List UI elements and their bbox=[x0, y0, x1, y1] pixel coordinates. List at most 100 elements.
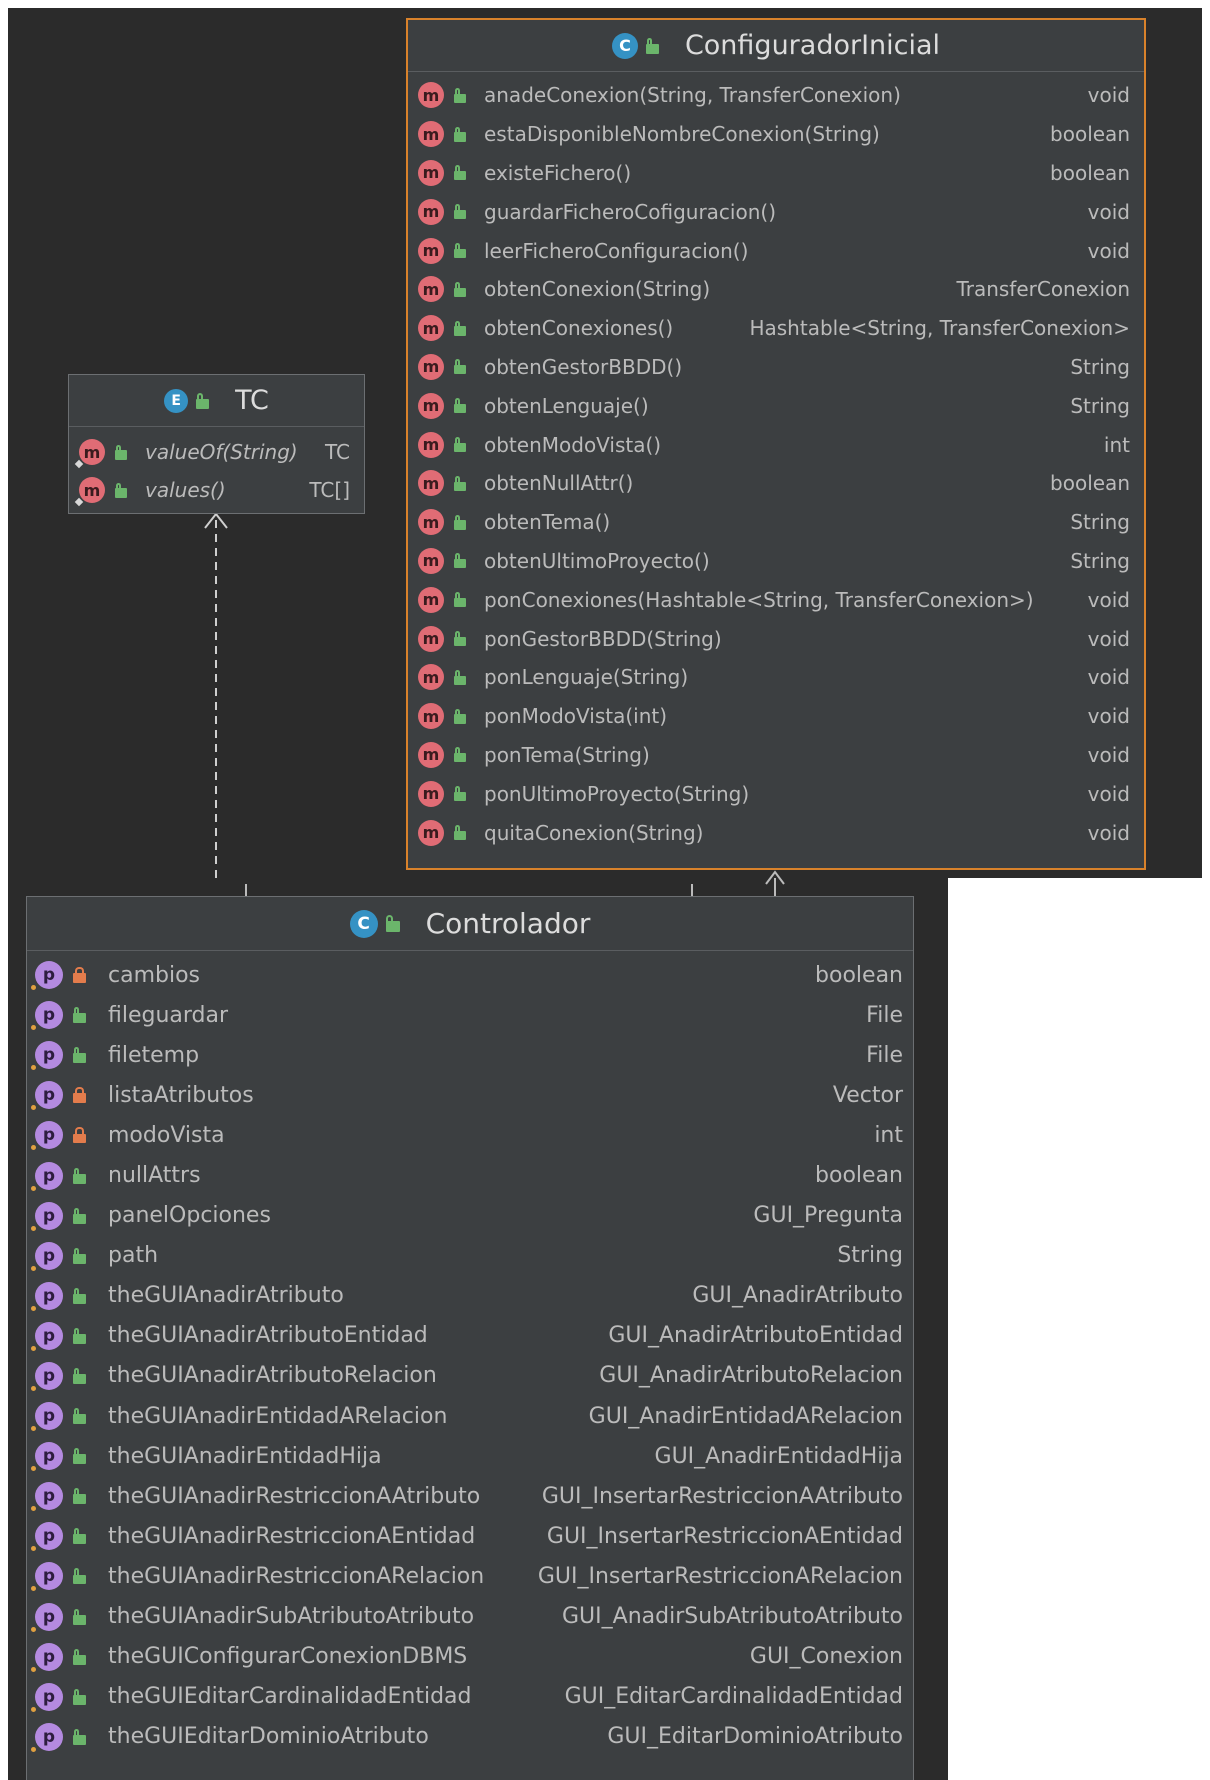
field-row[interactable]: p listaAtributos Vector bbox=[27, 1075, 913, 1115]
field-name: theGUIAnadirAtributoEntidad bbox=[108, 1323, 428, 1349]
field-name: theGUIAnadirAtributo bbox=[108, 1283, 344, 1309]
method-return-type: String bbox=[1070, 393, 1130, 418]
field-name: theGUIAnadirEntidadARelacion bbox=[108, 1403, 448, 1429]
property-icon: p bbox=[31, 1682, 63, 1712]
field-row[interactable]: p theGUIAnadirAtributo GUI_AnadirAtributo bbox=[27, 1276, 913, 1316]
method-row[interactable]: m leerFicheroConfiguracion() void bbox=[408, 231, 1144, 270]
method-row[interactable]: m ponUltimoProyecto(String) void bbox=[408, 774, 1144, 813]
property-icon: p bbox=[31, 1722, 63, 1752]
method-row[interactable]: m obtenLenguaje() String bbox=[408, 386, 1144, 425]
public-lock-icon bbox=[454, 243, 466, 259]
field-row[interactable]: p modoVista int bbox=[27, 1115, 913, 1155]
class-box-configurador-inicial[interactable]: C ConfiguradorInicial m anadeConexion(Str… bbox=[406, 18, 1146, 870]
public-lock-icon bbox=[73, 1207, 86, 1224]
public-lock-icon bbox=[73, 1448, 86, 1465]
method-name: obtenLenguaje() bbox=[484, 393, 649, 418]
class-title: ConfiguradorInicial bbox=[684, 30, 941, 61]
static-badge-icon bbox=[74, 497, 84, 507]
field-row[interactable]: p theGUIConfigurarConexionDBMS GUI_Conexio… bbox=[27, 1637, 913, 1677]
property-icon: p bbox=[31, 961, 63, 991]
field-row[interactable]: p theGUIAnadirRestriccionARelacion GUI_Ins… bbox=[27, 1556, 913, 1596]
field-name: modoVista bbox=[108, 1122, 225, 1148]
method-row[interactable]: m obtenUltimoProyecto() String bbox=[408, 542, 1144, 581]
method-row[interactable]: m ponModoVista(int) void bbox=[408, 697, 1144, 736]
private-lock-icon bbox=[73, 1127, 86, 1144]
method-return-type: TC bbox=[324, 440, 350, 464]
property-icon: p bbox=[31, 1602, 63, 1632]
field-row[interactable]: p path String bbox=[27, 1236, 913, 1276]
field-row[interactable]: p theGUIAnadirSubAtributoAtributo GUI_Anad… bbox=[27, 1597, 913, 1637]
class-header[interactable]: C ConfiguradorInicial bbox=[408, 20, 1144, 72]
method-return-type: void bbox=[1087, 199, 1130, 224]
method-icon: m bbox=[418, 780, 444, 807]
method-row[interactable]: m guardarFicheroCofiguracion() void bbox=[408, 192, 1144, 231]
public-lock-icon bbox=[454, 825, 466, 841]
field-row[interactable]: p theGUIAnadirRestriccionAAtributo GUI_Ins… bbox=[27, 1476, 913, 1516]
field-name: cambios bbox=[108, 962, 201, 988]
public-lock-icon bbox=[454, 398, 466, 414]
field-row[interactable]: p filetemp File bbox=[27, 1035, 913, 1075]
field-badge-icon bbox=[31, 1666, 36, 1672]
method-name: values() bbox=[145, 478, 226, 502]
field-row[interactable]: p nullAttrs boolean bbox=[27, 1155, 913, 1195]
field-type: boolean bbox=[815, 962, 903, 988]
field-row[interactable]: p fileguardar File bbox=[27, 995, 913, 1035]
method-name: ponLenguaje(String) bbox=[484, 665, 689, 690]
field-name: fileguardar bbox=[108, 1002, 229, 1028]
field-row[interactable]: p theGUIAnadirEntidadARelacion GUI_AnadirE… bbox=[27, 1396, 913, 1436]
method-row[interactable]: m quitaConexion(String) void bbox=[408, 813, 1144, 852]
property-icon: p bbox=[31, 1041, 63, 1071]
field-badge-icon bbox=[31, 1626, 36, 1632]
method-row[interactable]: m obtenConexion(String) TransferConexion bbox=[408, 270, 1144, 309]
field-badge-icon bbox=[31, 1105, 36, 1111]
method-row[interactable]: m anadeConexion(String, TransferConexion)… bbox=[408, 76, 1144, 115]
method-row[interactable]: m obtenTema() String bbox=[408, 503, 1144, 542]
method-return-type: void bbox=[1087, 820, 1130, 845]
public-lock-icon bbox=[73, 1408, 86, 1425]
field-row[interactable]: p theGUIAnadirRestriccionAEntidad GUI_Inse… bbox=[27, 1516, 913, 1556]
method-row[interactable]: m existeFichero() boolean bbox=[408, 154, 1144, 193]
method-row[interactable]: m valueOf(String) TC bbox=[69, 433, 364, 471]
method-icon: m bbox=[418, 741, 444, 768]
field-row[interactable]: p theGUIEditarDominioAtributo GUI_EditarDo… bbox=[27, 1717, 913, 1757]
class-box-controlador[interactable]: C Controlador p cambios boolean p fileguarda… bbox=[26, 896, 914, 1780]
method-icon: m bbox=[418, 315, 444, 342]
class-header[interactable]: C Controlador bbox=[27, 897, 913, 951]
method-row[interactable]: m obtenModoVista() int bbox=[408, 425, 1144, 464]
method-row[interactable]: m ponLenguaje(String) void bbox=[408, 658, 1144, 697]
field-row[interactable]: p theGUIAnadirEntidadHija GUI_AnadirEntida… bbox=[27, 1436, 913, 1476]
method-row[interactable]: m ponGestorBBDD(String) void bbox=[408, 619, 1144, 658]
field-name: listaAtributos bbox=[108, 1082, 254, 1108]
method-name: obtenModoVista() bbox=[484, 432, 662, 457]
field-type: GUI_EditarDominioAtributo bbox=[607, 1724, 903, 1750]
field-row[interactable]: p theGUIEditarCardinalidadEntidad GUI_Edit… bbox=[27, 1677, 913, 1717]
field-row[interactable]: p cambios boolean bbox=[27, 955, 913, 995]
method-row[interactable]: m obtenConexiones() Hashtable<String, Tran… bbox=[408, 309, 1144, 348]
method-row[interactable]: m obtenGestorBBDD() String bbox=[408, 348, 1144, 387]
enum-box-tc[interactable]: E TC m valueOf(String) TC m values() TC[] bbox=[68, 374, 365, 514]
field-type: GUI_Conexion bbox=[749, 1644, 903, 1670]
method-row[interactable]: m ponConexiones(Hashtable<String, Transfe… bbox=[408, 580, 1144, 619]
property-icon: p bbox=[31, 1642, 63, 1672]
method-icon: m bbox=[418, 353, 444, 380]
field-row[interactable]: p panelOpciones GUI_Pregunta bbox=[27, 1196, 913, 1236]
property-icon: p bbox=[31, 1281, 63, 1311]
property-icon: p bbox=[31, 1201, 63, 1231]
field-row[interactable]: p theGUIAnadirAtributoEntidad GUI_AnadirAt… bbox=[27, 1316, 913, 1356]
method-row[interactable]: m ponTema(String) void bbox=[408, 736, 1144, 775]
public-lock-icon bbox=[73, 1367, 86, 1384]
field-badge-icon bbox=[31, 1345, 36, 1351]
method-name: leerFicheroConfiguracion() bbox=[484, 238, 749, 263]
method-name: obtenConexiones() bbox=[484, 316, 674, 341]
enum-header[interactable]: E TC bbox=[69, 375, 364, 427]
method-row[interactable]: m estaDisponibleNombreConexion(String) boo… bbox=[408, 115, 1144, 154]
method-row[interactable]: m obtenNullAttr() boolean bbox=[408, 464, 1144, 503]
field-row[interactable]: p theGUIAnadirAtributoRelacion GUI_AnadirA… bbox=[27, 1356, 913, 1396]
method-icon: m bbox=[418, 470, 444, 497]
method-name: obtenTema() bbox=[484, 510, 611, 535]
field-badge-icon bbox=[31, 1586, 36, 1592]
method-return-type: void bbox=[1087, 704, 1130, 729]
method-row[interactable]: m values() TC[] bbox=[69, 471, 364, 509]
public-lock-icon bbox=[196, 392, 210, 409]
field-name: theGUIEditarDominioAtributo bbox=[108, 1724, 429, 1750]
